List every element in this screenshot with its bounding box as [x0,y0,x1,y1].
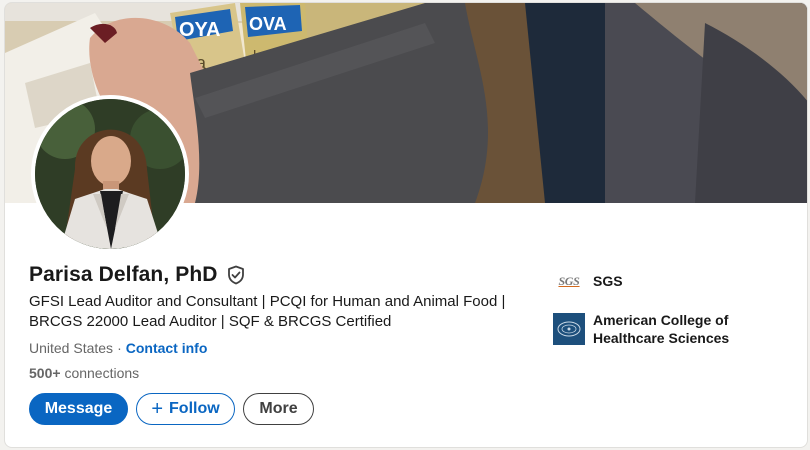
more-button[interactable]: More [243,393,314,425]
connections-label: connections [64,365,140,381]
banner-text-ova: OVA [249,14,287,34]
acs-seal-logo [553,313,585,345]
follow-button[interactable]: + Follow [136,393,235,425]
shield-check-icon[interactable] [226,265,246,285]
sgs-logo: SGS [553,265,585,297]
banner-text-oya: OYA [179,19,221,41]
message-button[interactable]: Message [29,393,128,425]
organizations-list: SGS SGS American College of Healthcare S… [553,265,793,361]
connections-count: 500+ [29,365,61,381]
profile-headline: GFSI Lead Auditor and Consultant | PCQI … [29,293,506,330]
location-row: United States · Contact info [29,340,207,356]
org-name: American College of Healthcare Sciences [593,312,730,346]
contact-info-link[interactable]: Contact info [126,340,208,356]
sgs-logo-text: SGS [558,273,580,288]
org-item-acs[interactable]: American College of Healthcare Sciences [553,311,793,347]
profile-location: United States [29,340,114,356]
profile-name: Parisa Delfan, PhD [29,263,218,286]
profile-actions: Message + Follow More [29,393,314,425]
avatar-photo [35,99,185,249]
connections-link[interactable]: 500+ connections [29,365,139,381]
org-name: SGS [593,273,623,289]
org-item-sgs[interactable]: SGS SGS [553,265,793,297]
location-separator: · [117,340,122,356]
follow-label: Follow [169,400,220,417]
profile-card: OYA OVA ca lantain [4,2,808,448]
profile-avatar[interactable] [31,95,189,253]
name-row: Parisa Delfan, PhD [29,263,246,287]
plus-icon: + [151,398,164,420]
